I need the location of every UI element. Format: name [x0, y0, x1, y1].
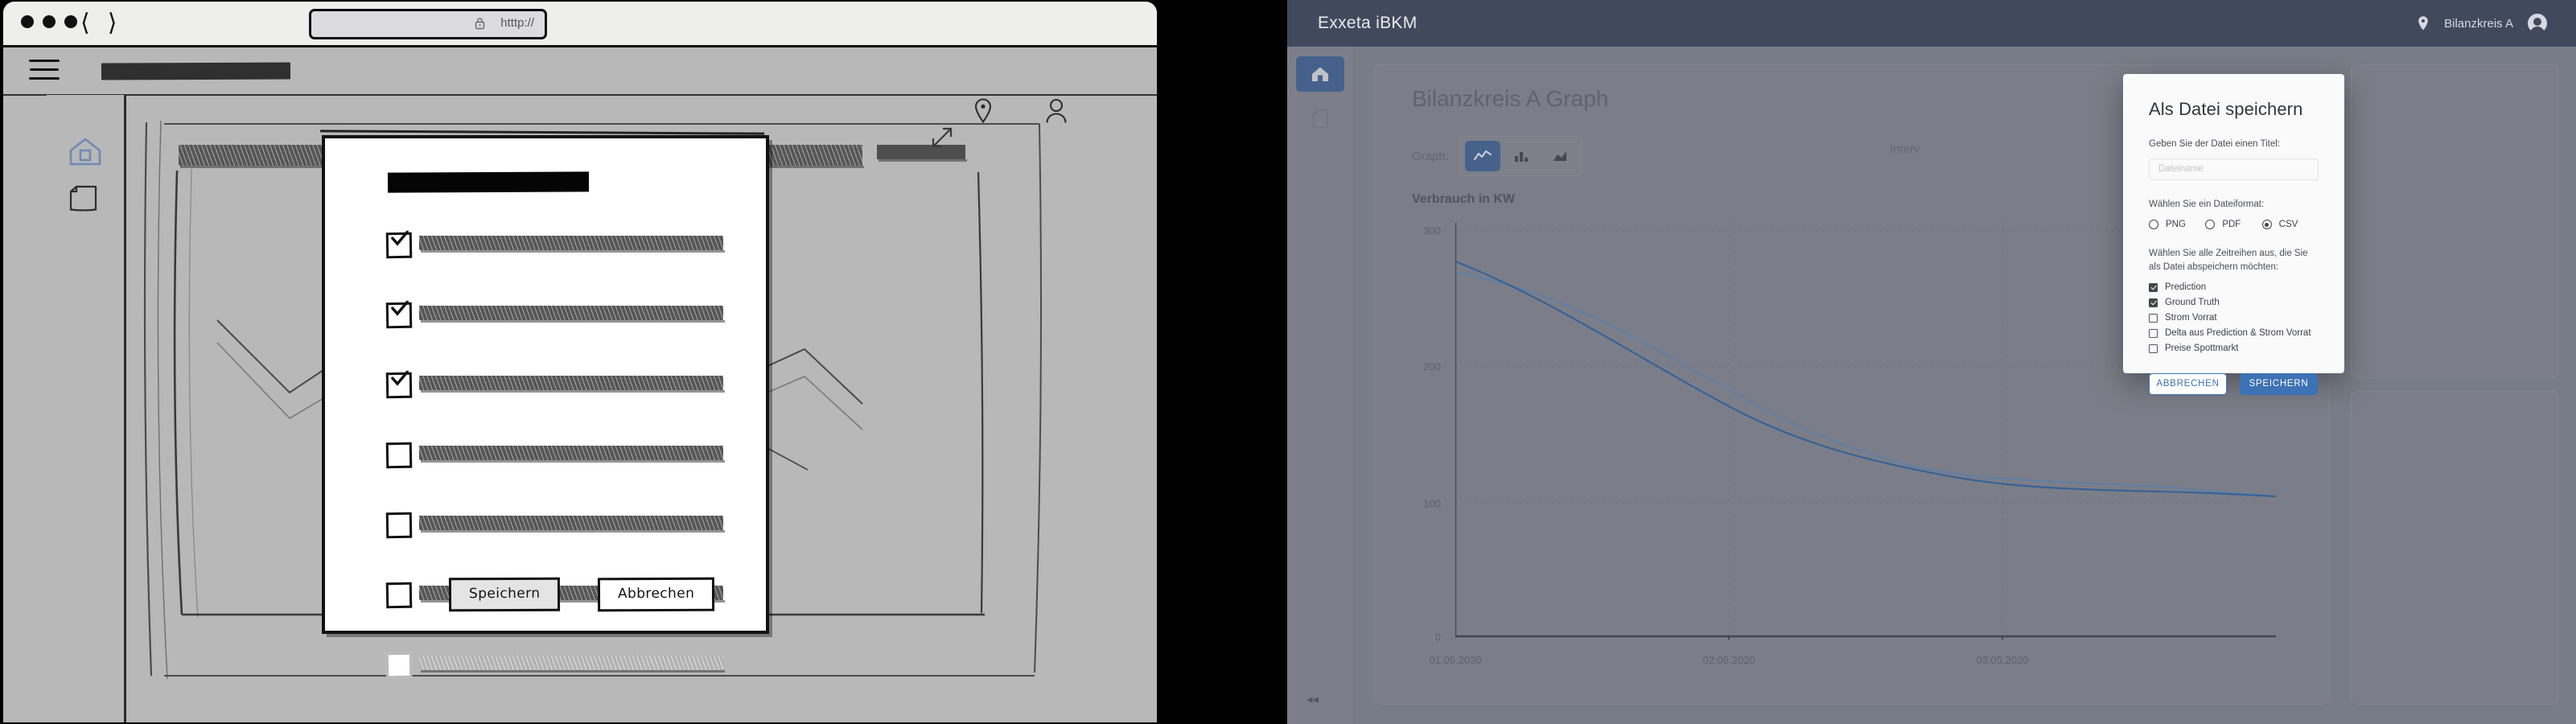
- chevron-right-icon[interactable]: ⟩: [108, 8, 117, 39]
- checkbox-row-strom-vorrat[interactable]: Strom Vorrat: [2149, 311, 2319, 326]
- wireframe-mockup-panel: ⟨ ⟩ htttp:// Speichern Abbrechen: [0, 0, 1159, 724]
- series-selection-label: Wählen Sie alle Zeitreihen aus, die Sie …: [2149, 249, 2308, 273]
- file-page-icon[interactable]: [68, 184, 100, 213]
- save-file-dialog: Als Datei speichern Geben Sie der Datei …: [2123, 74, 2344, 395]
- file-format-label: Wählen Sie ein Dateiformat:: [2149, 199, 2265, 209]
- user-avatar-icon[interactable]: [2528, 14, 2547, 35]
- wireframe-row-label-redacted: [419, 446, 725, 463]
- checkbox[interactable]: [385, 230, 413, 259]
- checkbox-icon: [2149, 343, 2158, 353]
- radio-circle-icon: [2149, 220, 2158, 230]
- checkbox[interactable]: [385, 442, 413, 469]
- cancel-button[interactable]: ABBRECHEN: [2149, 372, 2227, 395]
- list-item[interactable]: [385, 300, 725, 372]
- series-checkbox-list: Prediction Ground Truth Strom Vorrat Del…: [2149, 280, 2319, 356]
- checkbox[interactable]: [385, 300, 413, 329]
- wireframe-browser-window: ⟨ ⟩ htttp:// Speichern Abbrechen: [3, 2, 1157, 722]
- browser-nav-arrows[interactable]: ⟨ ⟩: [80, 8, 117, 39]
- home-icon[interactable]: [68, 135, 103, 167]
- save-button[interactable]: SPEICHERN: [2240, 372, 2318, 395]
- checkbox-label: Preise Spottmarkt: [2165, 343, 2239, 354]
- url-text: htttp://: [500, 16, 534, 30]
- app-body: ◂◂ Bilanzkreis A Graph Graph: Interv Ver…: [1287, 47, 2576, 724]
- window-traffic-lights[interactable]: [21, 15, 77, 28]
- wireframe-dialog-actions: Speichern Abbrechen: [448, 577, 715, 612]
- wireframe-row-label-redacted: [419, 516, 725, 533]
- app-top-bar: Exxeta iBKM Bilanzkreis A: [1287, 0, 2576, 47]
- radio-option-csv[interactable]: CSV: [2261, 220, 2319, 230]
- wireframe-row-label-redacted: [419, 656, 725, 673]
- checkbox-icon: [2149, 328, 2158, 338]
- check-icon: [391, 370, 409, 386]
- wireframe-dialog-title-redacted: [387, 171, 590, 193]
- radio-circle-icon: [2205, 220, 2216, 230]
- list-item[interactable]: [385, 512, 725, 582]
- screenshot-root: ⟨ ⟩ htttp:// Speichern Abbrechen Exxeta …: [0, 0, 2576, 724]
- wireframe-sidebar: [47, 95, 126, 722]
- wireframe-dialog-checkbox-list: [385, 230, 725, 722]
- expand-diagonal-icon[interactable]: [928, 124, 957, 151]
- checkbox-label: Strom Vorrat: [2165, 313, 2217, 323]
- list-item[interactable]: [385, 230, 725, 302]
- wireframe-row-label-redacted: [419, 306, 725, 323]
- checkbox-icon: [2149, 313, 2158, 323]
- save-button[interactable]: Speichern: [448, 577, 561, 612]
- wireframe-save-dialog: Speichern Abbrechen: [322, 135, 769, 679]
- lock-icon: [475, 18, 485, 30]
- chevron-left-icon[interactable]: ⟨: [80, 8, 90, 39]
- checkbox-label: Prediction: [2165, 282, 2207, 293]
- hamburger-menu-icon[interactable]: [29, 60, 60, 80]
- checkbox[interactable]: [385, 370, 413, 399]
- wireframe-browser-chrome: ⟨ ⟩ htttp://: [3, 2, 1157, 51]
- filename-field-label: Geben Sie der Datei einen Titel:: [2149, 139, 2281, 149]
- checkbox-checked-icon: [2149, 298, 2158, 307]
- browser-url-bar[interactable]: htttp://: [309, 9, 547, 39]
- context-label: Bilanzkreis A: [2444, 16, 2513, 31]
- modal-scrim[interactable]: [1287, 47, 2576, 724]
- checkbox-row-ground-truth[interactable]: Ground Truth: [2149, 295, 2319, 311]
- radio-circle-selected-icon: [2261, 220, 2272, 230]
- radio-label: PNG: [2166, 220, 2186, 230]
- list-item[interactable]: [385, 652, 725, 722]
- radio-option-png[interactable]: PNG: [2149, 220, 2205, 230]
- dialog-action-row: ABBRECHEN SPEICHERN: [2149, 372, 2319, 395]
- radio-option-pdf[interactable]: PDF: [2205, 220, 2261, 230]
- checkbox[interactable]: [385, 512, 413, 539]
- map-pin-icon: [2418, 16, 2428, 31]
- app-brand-title: Exxeta iBKM: [1318, 14, 1418, 32]
- radio-label: CSV: [2278, 220, 2298, 230]
- wireframe-row-label-redacted: [419, 236, 725, 253]
- check-icon: [391, 230, 409, 246]
- check-icon: [391, 300, 409, 316]
- cancel-button[interactable]: Abbrechen: [598, 577, 715, 612]
- application-panel: Exxeta iBKM Bilanzkreis A ◂◂ Bilanzkreis…: [1287, 0, 2576, 724]
- filename-input[interactable]: [2149, 158, 2319, 180]
- file-format-radio-group: PNG PDF CSV: [2149, 220, 2319, 230]
- radio-label: PDF: [2222, 220, 2241, 230]
- dialog-title: Als Datei speichern: [2149, 99, 2303, 119]
- top-bar-right-group: Bilanzkreis A: [2417, 14, 2547, 35]
- list-item[interactable]: [385, 442, 725, 512]
- wireframe-row-label-redacted: [419, 376, 725, 393]
- checkbox-checked-icon: [2149, 282, 2158, 292]
- list-item[interactable]: [385, 370, 725, 442]
- checkbox-label: Ground Truth: [2165, 298, 2220, 308]
- wireframe-page-title-redacted: [101, 62, 291, 80]
- checkbox-row-delta[interactable]: Delta aus Prediction & Strom Vorrat: [2149, 326, 2319, 341]
- checkbox[interactable]: [385, 652, 413, 679]
- checkbox-row-prediction[interactable]: Prediction: [2149, 280, 2319, 295]
- checkbox[interactable]: [385, 582, 413, 609]
- checkbox-label: Delta aus Prediction & Strom Vorrat: [2165, 328, 2311, 339]
- checkbox-row-preise-spottmarkt[interactable]: Preise Spottmarkt: [2149, 341, 2319, 356]
